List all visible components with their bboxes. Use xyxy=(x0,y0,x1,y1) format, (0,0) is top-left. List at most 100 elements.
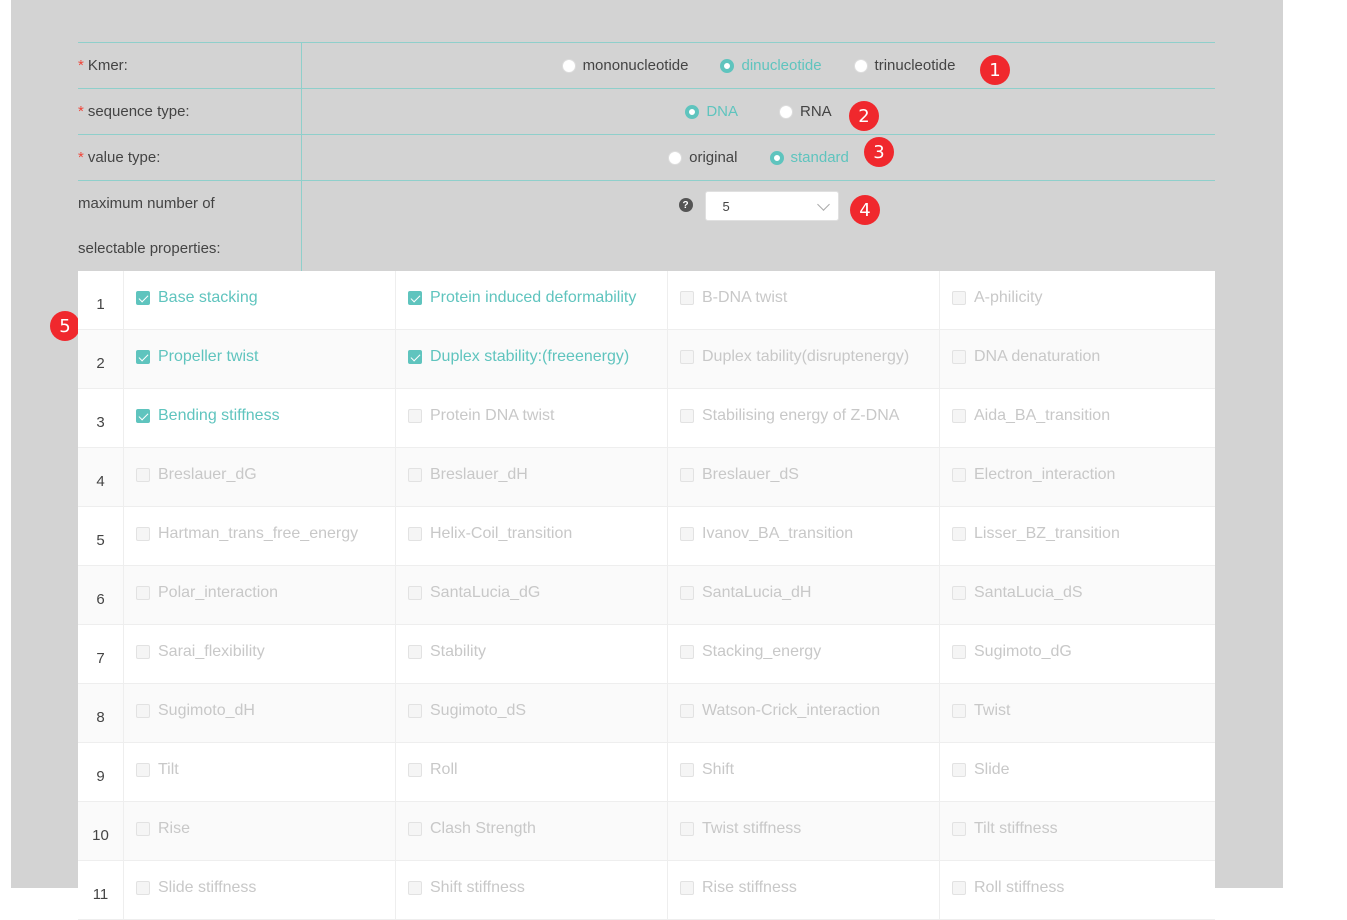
property-checkbox[interactable]: Tilt stiffness xyxy=(940,802,1212,860)
property-checkbox[interactable]: Bending stiffness xyxy=(124,389,396,447)
property-checkbox[interactable]: Helix-Coil_transition xyxy=(396,507,668,565)
property-checkbox[interactable]: Rise xyxy=(124,802,396,860)
property-label: Duplex stability:(freeenergy) xyxy=(430,348,630,365)
property-checkbox[interactable]: Sugimoto_dH xyxy=(124,684,396,742)
property-checkbox[interactable]: Hartman_trans_free_energy xyxy=(124,507,396,565)
property-label: Polar_interaction xyxy=(158,584,279,601)
property-checkbox[interactable]: Lisser_BZ_transition xyxy=(940,507,1212,565)
property-label: Stability xyxy=(430,643,487,660)
checkbox-icon xyxy=(680,822,694,836)
max-properties-row: maximum number of selectable properties:… xyxy=(78,180,1215,271)
table-row: 9 Tilt Roll Shift Slide xyxy=(78,743,1215,802)
property-checkbox[interactable]: Protein induced deformability xyxy=(396,271,668,329)
checkbox-icon xyxy=(136,704,150,718)
checkbox-icon xyxy=(952,468,966,482)
property-checkbox[interactable]: Duplex stability:(freeenergy) xyxy=(396,330,668,388)
property-label: Base stacking xyxy=(158,289,258,306)
kmer-option-0[interactable]: mononucleotide xyxy=(561,57,688,74)
checkbox-icon xyxy=(408,763,422,777)
row-number: 11 xyxy=(78,861,124,919)
property-label: Helix-Coil_transition xyxy=(430,525,573,542)
property-checkbox[interactable]: Slide stiffness xyxy=(124,861,396,919)
value-type-option-1[interactable]: standard xyxy=(769,149,849,166)
checkbox-icon xyxy=(136,527,150,541)
property-checkbox[interactable]: Electron_interaction xyxy=(940,448,1212,506)
property-label: Rise xyxy=(158,820,191,837)
property-checkbox[interactable]: Aida_BA_transition xyxy=(940,389,1212,447)
max-properties-label-line1: maximum number of xyxy=(78,195,215,212)
property-checkbox[interactable]: Watson-Crick_interaction xyxy=(668,684,940,742)
property-checkbox[interactable]: Propeller twist xyxy=(124,330,396,388)
property-checkbox[interactable]: Twist stiffness xyxy=(668,802,940,860)
property-checkbox[interactable]: Tilt xyxy=(124,743,396,801)
property-label: Sugimoto_dS xyxy=(430,702,527,719)
property-label: Electron_interaction xyxy=(974,466,1116,483)
radio-icon xyxy=(720,58,735,73)
property-checkbox[interactable]: Breslauer_dS xyxy=(668,448,940,506)
property-checkbox[interactable]: Sarai_flexibility xyxy=(124,625,396,683)
chevron-down-icon xyxy=(816,197,830,211)
property-label: SantaLucia_dG xyxy=(430,584,541,601)
property-checkbox[interactable]: Base stacking xyxy=(124,271,396,329)
property-checkbox[interactable]: A-philicity xyxy=(940,271,1212,329)
row-number: 2 xyxy=(78,330,124,388)
checkbox-icon xyxy=(408,881,422,895)
property-checkbox[interactable]: Stability xyxy=(396,625,668,683)
property-label: SantaLucia_dH xyxy=(702,584,812,601)
property-checkbox[interactable]: Slide xyxy=(940,743,1212,801)
property-checkbox[interactable]: DNA denaturation xyxy=(940,330,1212,388)
checkbox-icon xyxy=(680,468,694,482)
property-label: Twist xyxy=(974,702,1011,719)
property-grid: 1 Base stacking Protein induced deformabil… xyxy=(78,271,1215,920)
property-checkbox[interactable]: SantaLucia_dG xyxy=(396,566,668,624)
sequence-type-option-0[interactable]: DNA xyxy=(685,103,738,120)
property-checkbox[interactable]: Duplex tability(disruptenergy) xyxy=(668,330,940,388)
property-checkbox[interactable]: Shift xyxy=(668,743,940,801)
property-checkbox[interactable]: Sugimoto_dS xyxy=(396,684,668,742)
property-label: Stabilising energy of Z-DNA xyxy=(702,407,900,424)
checkbox-icon xyxy=(680,527,694,541)
property-checkbox[interactable]: Ivanov_BA_transition xyxy=(668,507,940,565)
checkbox-icon xyxy=(408,822,422,836)
property-checkbox[interactable]: SantaLucia_dH xyxy=(668,566,940,624)
property-label: Lisser_BZ_transition xyxy=(974,525,1120,542)
max-properties-select[interactable]: 5 xyxy=(704,191,839,221)
property-label: Protein induced deformability xyxy=(430,289,637,306)
kmer-option-2[interactable]: trinucleotide xyxy=(853,57,955,74)
property-checkbox[interactable]: Shift stiffness xyxy=(396,861,668,919)
property-label: Breslauer_dS xyxy=(702,466,799,483)
checkbox-icon xyxy=(952,704,966,718)
property-checkbox[interactable]: Breslauer_dH xyxy=(396,448,668,506)
max-properties-control: ? 5 4 xyxy=(302,181,1215,271)
property-checkbox[interactable]: Roll stiffness xyxy=(940,861,1212,919)
property-checkbox[interactable]: Stabilising energy of Z-DNA xyxy=(668,389,940,447)
property-checkbox[interactable]: Rise stiffness xyxy=(668,861,940,919)
sequence-type-option-1[interactable]: RNA xyxy=(779,103,832,120)
help-icon[interactable]: ? xyxy=(678,198,693,212)
radio-icon xyxy=(561,58,576,73)
value-type-row: * value type: original standard 3 xyxy=(78,134,1215,180)
checkbox-icon xyxy=(680,645,694,659)
property-checkbox[interactable]: Clash Strength xyxy=(396,802,668,860)
property-checkbox[interactable]: Protein DNA twist xyxy=(396,389,668,447)
radio-icon xyxy=(769,150,784,165)
row-number: 5 xyxy=(78,507,124,565)
property-checkbox[interactable]: B-DNA twist xyxy=(668,271,940,329)
annotation-badge-5: 5 xyxy=(50,311,80,341)
property-checkbox[interactable]: Breslauer_dG xyxy=(124,448,396,506)
table-row: 7 Sarai_flexibility Stability Stacking_ener… xyxy=(78,625,1215,684)
property-checkbox[interactable]: Polar_interaction xyxy=(124,566,396,624)
kmer-option-1[interactable]: dinucleotide xyxy=(720,57,822,74)
value-type-option-0[interactable]: original xyxy=(668,149,738,166)
property-checkbox[interactable]: SantaLucia_dS xyxy=(940,566,1212,624)
property-label: Hartman_trans_free_energy xyxy=(158,525,359,542)
property-checkbox[interactable]: Sugimoto_dG xyxy=(940,625,1212,683)
property-checkbox[interactable]: Roll xyxy=(396,743,668,801)
row-number: 8 xyxy=(78,684,124,742)
property-label: Roll stiffness xyxy=(974,879,1065,896)
property-checkbox[interactable]: Twist xyxy=(940,684,1212,742)
checkbox-icon xyxy=(952,586,966,600)
property-checkbox[interactable]: Stacking_energy xyxy=(668,625,940,683)
checkbox-icon xyxy=(136,468,150,482)
property-label: Shift xyxy=(702,761,735,778)
